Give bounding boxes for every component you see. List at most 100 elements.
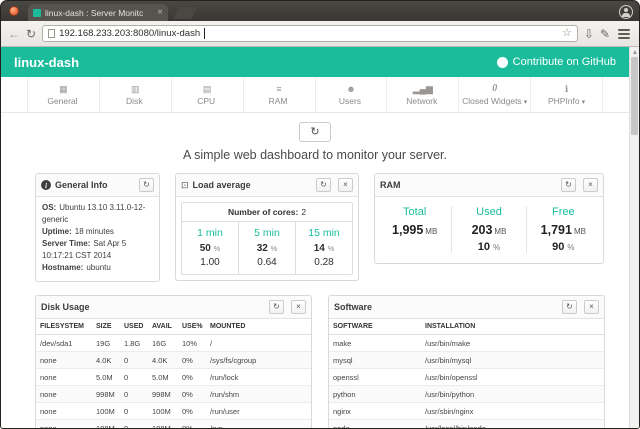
edit-icon[interactable]: ✎ <box>600 28 610 40</box>
widget-refresh-button[interactable]: ↻ <box>269 300 284 314</box>
ram-percent: 90 <box>552 241 564 253</box>
widget-refresh-button[interactable]: ↻ <box>561 178 576 192</box>
widget-close-button[interactable]: × <box>338 178 353 192</box>
load-value: 0.64 <box>241 257 293 268</box>
load-period-label: 5 min <box>241 227 293 239</box>
table-row: mysql/usr/bin/mysql <box>329 352 604 369</box>
table-row: none100M0 100M0%/run/user <box>36 403 311 420</box>
widget-close-button[interactable]: × <box>291 300 306 314</box>
info-icon: i <box>41 180 51 190</box>
widget-header: i General Info ↻ <box>36 174 159 197</box>
github-link-label: Contribute on GitHub <box>513 56 616 68</box>
nav-item[interactable]: ▤ CPU <box>172 77 244 112</box>
column-header: INSTALLATION <box>421 319 604 335</box>
nav-item[interactable]: 0 Closed Widgets▾ <box>459 77 531 112</box>
widget-load-average: ⊡ Load average ↻ × Number of cores:2 <box>175 173 359 281</box>
nav-item-icon: ☻ <box>346 84 355 94</box>
tab-favicon-icon <box>33 9 41 17</box>
table-row: none998M0 998M0%/run/shm <box>36 386 311 403</box>
general-info-body: OS:Ubuntu 13.10 3.11.0-12-generic Uptime… <box>36 197 159 281</box>
app-brand[interactable]: linux-dash <box>14 55 79 70</box>
back-button[interactable]: ← <box>8 28 20 40</box>
nav-item-label: CPU <box>197 96 217 106</box>
github-icon <box>497 57 508 68</box>
page-icon <box>48 29 55 38</box>
url-text: 192.168.233.203:8080/linux-dash <box>59 28 200 39</box>
nav-item[interactable]: ≡ RAM <box>244 77 316 112</box>
table-row: make/usr/bin/make <box>329 335 604 352</box>
reload-button[interactable]: ↻ <box>26 28 36 40</box>
nav-item-label: Disk <box>126 96 145 106</box>
widget-refresh-button[interactable]: ↻ <box>139 178 154 192</box>
display-icon: ⊡ <box>181 181 189 190</box>
address-bar[interactable]: 192.168.233.203:8080/linux-dash ☆ <box>42 25 578 42</box>
table-row: node/usr/local/bin/node <box>329 420 604 428</box>
widget-refresh-button[interactable]: ↻ <box>316 178 331 192</box>
widget-close-button[interactable]: × <box>584 300 599 314</box>
disk-usage-table: FILESYSTEMSIZEUSEDAVAILUSE%MOUNTED /dev/… <box>36 319 311 428</box>
download-icon[interactable]: ⇩ <box>584 28 594 40</box>
widget-header: Disk Usage ↻ × <box>36 296 311 319</box>
load-period-label: 1 min <box>184 227 236 239</box>
caret-down-icon: ▾ <box>524 99 528 106</box>
nav-item-icon: ≡ <box>276 84 281 94</box>
nav-item[interactable]: ℹ PHPInfo▾ <box>531 77 603 112</box>
load-period-label: 15 min <box>298 227 350 239</box>
page-scrollbar[interactable] <box>629 47 639 428</box>
refresh-all-button[interactable]: ↻ <box>299 122 330 142</box>
nav-item-label: Closed Widgets▾ <box>462 96 527 106</box>
tab-close-icon[interactable]: × <box>157 8 163 18</box>
column-header: AVAIL <box>148 319 178 335</box>
load-percent-value: 32 <box>257 243 268 254</box>
menu-icon[interactable] <box>616 27 632 41</box>
nav-item-icon: ▤ <box>203 84 212 94</box>
widget-title: General Info <box>55 180 108 190</box>
nav-item-icon: 0 <box>492 84 497 94</box>
load-average-column: 1 min 50 % 1.00 <box>182 222 238 274</box>
widget-software: Software ↻ × SOFTWAREINSTALLATION make/u… <box>328 295 605 428</box>
profile-avatar-icon[interactable] <box>619 5 633 19</box>
load-value: 1.00 <box>184 257 236 268</box>
widget-title: Load average <box>193 180 251 190</box>
scrollbar-up-icon[interactable] <box>630 47 639 56</box>
nav-item[interactable]: ▂▄▆ Network <box>387 77 459 112</box>
text-cursor <box>204 28 205 39</box>
load-percent-value: 14 <box>314 243 325 254</box>
app-navbar: linux-dash Contribute on GitHub <box>1 47 629 77</box>
tagline: A simple web dashboard to monitor your s… <box>1 148 629 162</box>
widget-ram: RAM ↻ × Total 1,995MB <box>374 173 604 264</box>
nav-item-icon: ▥ <box>131 84 140 94</box>
load-percent-value: 50 <box>200 243 211 254</box>
nav-item[interactable]: ▥ Disk <box>100 77 172 112</box>
load-average-column: 5 min 32 % 0.64 <box>238 222 295 274</box>
widget-title: Disk Usage <box>41 302 90 312</box>
window-titlebar: linux-dash : Server Monitc × <box>1 1 639 21</box>
widget-refresh-button[interactable]: ↻ <box>562 300 577 314</box>
column-header: USED <box>120 319 148 335</box>
bookmark-star-icon[interactable]: ☆ <box>562 28 572 39</box>
load-average-body: Number of cores:2 1 min 50 % 1.00 <box>176 197 358 280</box>
scrollbar-thumb[interactable] <box>631 57 638 135</box>
nav-item[interactable]: ▦ General <box>27 77 100 112</box>
table-row: none4.0K0 4.0K0%/sys/fs/cgroup <box>36 352 311 369</box>
ram-column-label: Total <box>382 206 447 218</box>
widget-close-button[interactable]: × <box>583 178 598 192</box>
github-link[interactable]: Contribute on GitHub <box>497 56 616 68</box>
ram-value: 1,791 <box>541 223 572 237</box>
tab-title: linux-dash : Server Monitc <box>45 8 153 18</box>
new-tab-button[interactable] <box>173 7 197 19</box>
nav-item[interactable]: ☻ Users <box>316 77 388 112</box>
nav-item-label: Users <box>339 96 363 106</box>
nav-item-label: RAM <box>269 96 290 106</box>
browser-window: linux-dash : Server Monitc × ← ↻ 192.168… <box>0 0 640 429</box>
ram-column: Used 203MB 10 % <box>451 206 525 253</box>
browser-tab[interactable]: linux-dash : Server Monitc × <box>28 4 168 21</box>
table-row: python/usr/bin/python <box>329 386 604 403</box>
page-content: linux-dash Contribute on GitHub ▦ Genera… <box>1 47 639 428</box>
widget-general-info: i General Info ↻ OS:Ubuntu 13.10 3.11.0-… <box>35 173 160 282</box>
window-close-button[interactable] <box>9 6 19 16</box>
table-row: none188M0 188M0%/run <box>36 420 311 428</box>
ram-value: 1,995 <box>392 223 423 237</box>
info-row: Server Time:Sat Apr 5 10:17:21 CST 2014 <box>42 238 153 262</box>
table-row: openssl/usr/bin/openssl <box>329 369 604 386</box>
